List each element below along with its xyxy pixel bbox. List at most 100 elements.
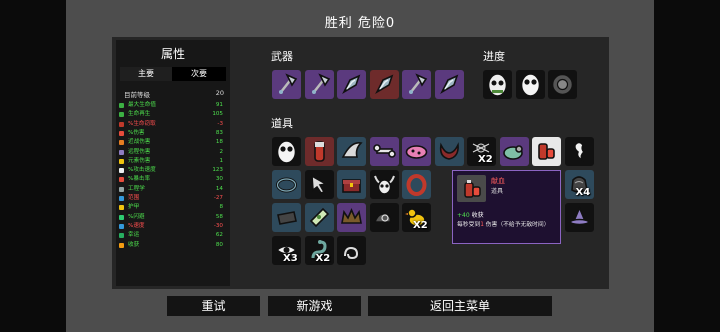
inventory-slot[interactable] (337, 137, 366, 166)
inventory-slot[interactable] (369, 170, 399, 199)
stat-icon (119, 233, 124, 239)
main-menu-button[interactable]: 返回主菜单 (368, 296, 552, 316)
axe-icon (409, 73, 428, 94)
stat-value: 105 (212, 111, 223, 118)
inventory-slot[interactable] (304, 137, 334, 166)
axe-icon (279, 73, 298, 94)
gem-blade-icon (374, 74, 393, 95)
tab-primary[interactable]: 主要 (120, 67, 172, 81)
inventory-slot[interactable] (369, 70, 399, 99)
stat-label: 远程伤害 (128, 148, 151, 155)
stat-row: 工程学 14 (119, 186, 223, 193)
green-blob-icon (502, 145, 523, 160)
inventory-slot[interactable] (499, 137, 529, 166)
inventory-slot[interactable] (515, 70, 545, 99)
item-quantity: X2 (315, 253, 331, 264)
tooltip-name: 献血 (491, 177, 505, 185)
inventory-slot[interactable] (272, 170, 301, 199)
level-label: 目前等级 (124, 91, 150, 99)
stat-row: %速度 -30 (119, 223, 223, 230)
stat-row: 元素伤害 1 (119, 158, 223, 165)
stat-value: 80 (215, 241, 223, 248)
inventory-slot[interactable] (564, 137, 594, 166)
inventory-slot[interactable] (434, 70, 464, 99)
inventory-slot[interactable] (304, 203, 334, 232)
stat-label: %生命窃取 (128, 120, 156, 127)
hat-icon (569, 205, 589, 226)
stat-row: %暴击率 30 (119, 176, 223, 183)
stat-icon (119, 214, 124, 220)
level-value: 20 (215, 89, 224, 97)
item-quantity: X2 (478, 154, 493, 165)
stat-label: 收获 (128, 241, 140, 248)
stat-value: 14 (215, 185, 223, 192)
stat-icon (119, 121, 124, 127)
inventory-slot[interactable] (402, 70, 431, 99)
inventory-slot[interactable] (402, 137, 431, 166)
stat-label: %闪避 (128, 213, 145, 220)
item-quantity: X3 (283, 253, 298, 264)
left-letterbox (0, 0, 66, 332)
inventory-slot[interactable] (272, 137, 301, 166)
tab-secondary[interactable]: 次要 (172, 67, 226, 81)
item-tooltip: 献血 道具 +40 收获 每秒受到1 伤害（不给予无敌时间） (452, 170, 561, 244)
stat-icon (119, 223, 124, 229)
stat-row: 最大生命值 91 (119, 102, 223, 109)
inventory-slot[interactable] (272, 70, 301, 99)
item-quantity: X4 (575, 187, 591, 198)
stat-row: 近战伤害 18 (119, 139, 223, 146)
stat-value: -30 (213, 222, 223, 229)
blood-kit-icon (538, 143, 555, 160)
stat-row: %伤害 83 (119, 130, 223, 137)
inventory-slot[interactable] (337, 236, 366, 265)
coil-icon (344, 246, 359, 260)
stat-value: 8 (219, 204, 223, 211)
inventory-slot[interactable] (337, 170, 366, 199)
stat-value: 18 (215, 139, 223, 146)
slab-icon (277, 211, 297, 225)
inventory-slot[interactable] (337, 70, 366, 99)
inventory-slot[interactable] (337, 203, 366, 232)
stat-icon (119, 196, 124, 201)
stat-value: 83 (215, 129, 223, 136)
stat-label: 近战伤害 (128, 139, 151, 146)
inventory-slot[interactable] (369, 137, 399, 166)
chest-icon (342, 179, 361, 193)
inventory-slot[interactable] (532, 137, 561, 166)
stat-row: %攻击速度 123 (119, 167, 223, 174)
inventory-slot[interactable] (434, 137, 464, 166)
right-letterbox (654, 0, 720, 332)
weapons-heading: 武器 (271, 50, 293, 63)
stat-value: 30 (215, 176, 223, 183)
inventory-slot[interactable] (548, 70, 577, 99)
stat-icon (119, 186, 124, 192)
inventory-slot[interactable] (304, 170, 334, 199)
stat-label: %伤害 (128, 129, 145, 136)
scroll-icon (309, 207, 329, 228)
inventory-slot[interactable] (304, 70, 334, 99)
stat-row: 生命再生 105 (119, 111, 223, 118)
red-ring-icon (406, 174, 427, 196)
stat-label: 工程学 (128, 185, 145, 192)
inventory-slot[interactable] (483, 70, 512, 99)
stats-panel: 属性 主要 次要 目前等级 20 最大生命值 91 生命再生 105 %生命窃取 -3 %伤… (116, 40, 230, 286)
inventory-slot[interactable] (272, 203, 301, 232)
inventory-slot[interactable] (369, 203, 399, 232)
stat-icon (119, 140, 124, 146)
stat-value: -27 (213, 195, 223, 201)
inventory-slot[interactable] (564, 203, 594, 232)
stat-icon (119, 177, 124, 183)
crown-icon (341, 208, 362, 224)
new-game-button[interactable]: 新游戏 (268, 296, 361, 316)
ring-icon (276, 177, 297, 193)
retry-button[interactable]: 重试 (167, 296, 260, 316)
blood-vial-icon (313, 141, 325, 162)
shield-icon (551, 73, 574, 96)
inventory-slot[interactable] (402, 170, 431, 199)
ghost-icon (573, 141, 585, 162)
gem-blade-icon (439, 74, 458, 95)
level-row: 目前等级 20 (124, 89, 224, 99)
tooltip-effect-1: +40 收获 (457, 212, 484, 219)
axe-icon (311, 73, 330, 94)
horned-skull-icon (373, 175, 395, 195)
